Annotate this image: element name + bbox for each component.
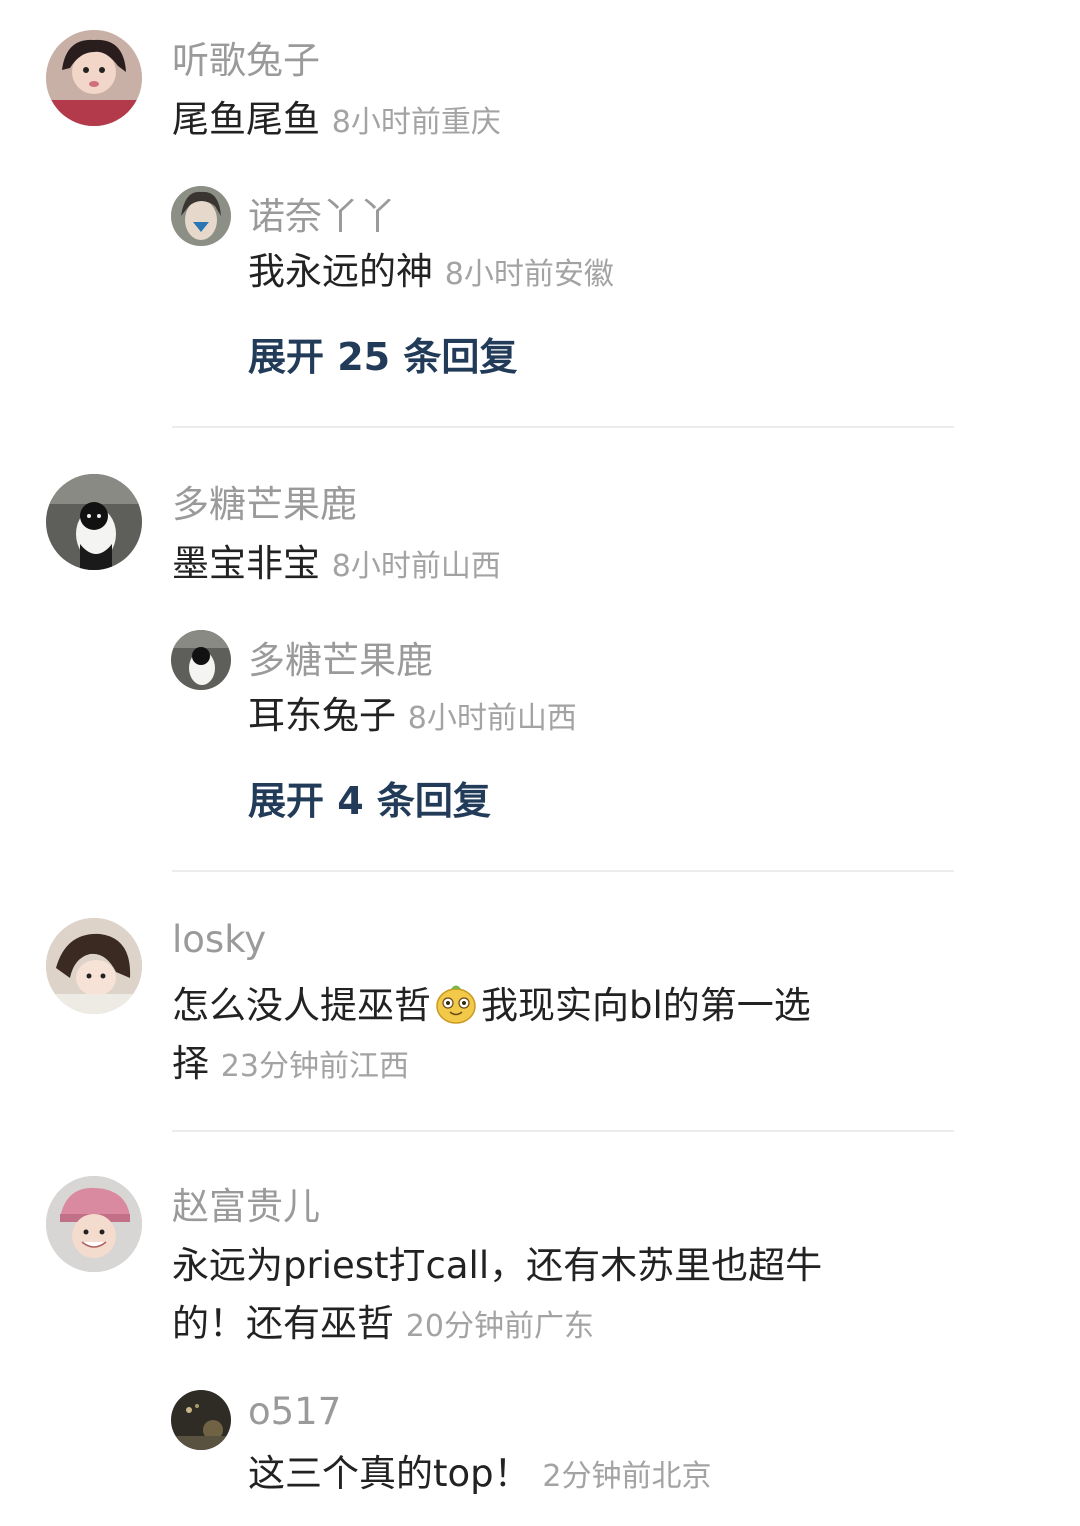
comment-body: 尾鱼尾鱼 [172, 98, 320, 141]
comment-text-line2: 的！还有巫哲 20分钟前广东 [172, 1296, 594, 1355]
comment-text: 怎么没人提巫哲 我现实向bl的第一选 [172, 978, 811, 1034]
username[interactable]: 听歌兔子 [172, 30, 320, 84]
reply-body: 耳东兔子 [248, 694, 396, 737]
reply-username[interactable]: o517 [248, 1390, 341, 1433]
comment-location: 重庆 [440, 105, 501, 140]
reply-time: 8小时前 [407, 701, 517, 736]
reply-text: 耳东兔子 8小时前山西 [248, 688, 577, 747]
comment-time: 20分钟前 [405, 1309, 534, 1344]
reply-username[interactable]: 多糖芒果鹿 [248, 630, 433, 684]
comment-text: 尾鱼尾鱼 8小时前重庆 [172, 92, 501, 151]
reply-body: 这三个真的top！ [248, 1452, 531, 1495]
comment-time: 8小时前 [331, 549, 441, 584]
reply-location: 北京 [651, 1459, 712, 1494]
avatar[interactable] [46, 30, 142, 126]
comment-location: 山西 [440, 549, 501, 584]
avatar[interactable] [171, 630, 231, 690]
reply-location: 安徽 [553, 257, 614, 292]
comment-body-part1: 怎么没人提巫哲 [172, 984, 431, 1027]
expand-replies-button[interactable]: 展开 25 条回复 [248, 326, 517, 381]
comment-text-line2: 择 23分钟前江西 [172, 1036, 409, 1095]
username[interactable]: 多糖芒果鹿 [172, 474, 357, 528]
avatar[interactable] [46, 918, 142, 1014]
avatar[interactable] [171, 186, 231, 246]
expand-replies-button[interactable]: 展开 4 条回复 [248, 770, 491, 825]
divider [172, 870, 954, 872]
reply-text: 这三个真的top！ 2分钟前北京 [248, 1446, 712, 1505]
comment-time: 23分钟前 [220, 1049, 349, 1084]
comment-body-line2: 的！还有巫哲 [172, 1302, 394, 1345]
comment-body-line1: 永远为priest打call，还有木苏里也超牛 [172, 1244, 823, 1287]
comment-body: 择 [172, 1042, 209, 1085]
avatar[interactable] [171, 1390, 231, 1450]
comment-text: 墨宝非宝 8小时前山西 [172, 536, 501, 595]
smiling-pear-icon [433, 980, 479, 1026]
comment-text: 永远为priest打call，还有木苏里也超牛 [172, 1238, 822, 1294]
reply-username[interactable]: 诺奈丫丫 [248, 186, 396, 240]
username[interactable]: losky [172, 918, 266, 961]
username[interactable]: 赵富贵儿 [172, 1176, 320, 1230]
reply-body: 我永远的神 [248, 250, 433, 293]
comment-body: 墨宝非宝 [172, 542, 320, 585]
comment-body-part2: 我现实向bl的第一选 [481, 984, 811, 1027]
comment-location: 江西 [348, 1049, 409, 1084]
reply-time: 2分钟前 [542, 1459, 652, 1494]
avatar[interactable] [46, 1176, 142, 1272]
comment-location: 广东 [533, 1309, 594, 1344]
reply-text: 我永远的神 8小时前安徽 [248, 244, 614, 303]
comment-time: 8小时前 [331, 105, 441, 140]
divider [172, 1130, 954, 1132]
reply-time: 8小时前 [444, 257, 554, 292]
avatar[interactable] [46, 474, 142, 570]
reply-location: 山西 [516, 701, 577, 736]
divider [172, 426, 954, 428]
